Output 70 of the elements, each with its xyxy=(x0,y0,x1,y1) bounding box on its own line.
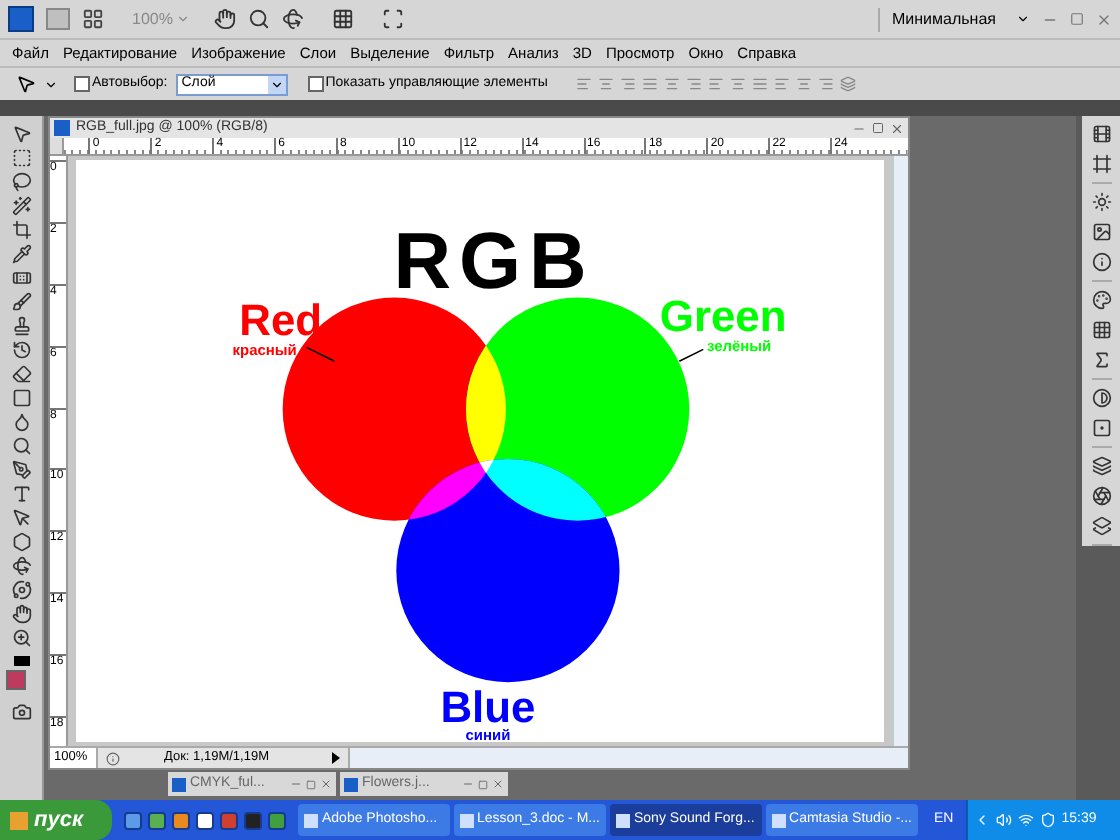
brush-tool-icon[interactable] xyxy=(11,292,31,312)
caret-icon[interactable] xyxy=(44,77,58,91)
orbit-3d-icon[interactable] xyxy=(11,580,31,600)
screen-mode-icon[interactable] xyxy=(382,8,405,30)
history-panel-icon[interactable] xyxy=(1091,124,1111,144)
foreground-color-swatch[interactable] xyxy=(5,670,25,690)
channels-panel-icon[interactable] xyxy=(1091,486,1111,506)
blur-tool-icon[interactable] xyxy=(11,412,31,432)
caret-icon xyxy=(1016,12,1030,26)
leader-line xyxy=(678,348,705,363)
start-button[interactable]: пуск xyxy=(0,800,112,840)
pen-tool-icon[interactable] xyxy=(11,460,31,480)
status-menu-arrow-icon[interactable] xyxy=(332,752,340,764)
artwork-title: RGB xyxy=(393,217,595,306)
caret-icon xyxy=(269,77,284,91)
checkbox[interactable] xyxy=(74,76,90,92)
horizontal-scrollbar[interactable] xyxy=(348,748,908,768)
actions-panel-icon[interactable] xyxy=(1091,154,1111,174)
arrange-icon[interactable] xyxy=(332,8,355,30)
type-tool-icon[interactable] xyxy=(11,484,31,504)
styles-panel-icon[interactable] xyxy=(1091,350,1111,370)
close-icon[interactable] xyxy=(890,121,904,135)
color-panel-icon[interactable] xyxy=(1091,290,1111,310)
mask-panel-icon[interactable] xyxy=(1091,418,1111,438)
masks-panel-icon[interactable] xyxy=(1091,388,1111,408)
checkbox[interactable] xyxy=(307,76,324,92)
info-panel-icon[interactable] xyxy=(1091,252,1111,272)
paths-panel-icon[interactable] xyxy=(1091,516,1111,536)
rotate-view-icon[interactable] xyxy=(282,8,305,30)
color-name: Green xyxy=(659,291,787,342)
ruler-origin[interactable] xyxy=(50,138,65,156)
shape-tool-icon[interactable] xyxy=(11,532,31,552)
leader-line xyxy=(305,346,336,363)
vertical-scrollbar[interactable] xyxy=(892,156,908,746)
shield-icon[interactable] xyxy=(1039,812,1056,828)
maximize-icon[interactable] xyxy=(872,122,884,134)
close-icon[interactable] xyxy=(320,778,332,790)
histogram-panel-icon[interactable] xyxy=(1091,222,1111,242)
volume-icon[interactable] xyxy=(995,812,1012,828)
adjust-panel-icon[interactable] xyxy=(1091,192,1111,212)
caret-icon xyxy=(176,12,191,26)
hand-tool-icon[interactable] xyxy=(214,8,237,30)
history-brush-icon[interactable] xyxy=(11,340,31,360)
wand-tool-icon[interactable] xyxy=(11,196,31,216)
network-icon[interactable] xyxy=(1017,812,1034,828)
zoom-tool-icon[interactable] xyxy=(11,628,31,648)
zoom-tool-icon[interactable] xyxy=(248,8,271,30)
lasso-tool-icon[interactable] xyxy=(11,172,31,192)
hand-tool-icon[interactable] xyxy=(11,604,31,624)
dodge-tool-icon[interactable] xyxy=(11,436,31,456)
workspace-select[interactable]: Минимальная xyxy=(877,7,1030,31)
eyedropper-tool-icon[interactable] xyxy=(11,244,31,264)
close-icon[interactable] xyxy=(492,778,504,790)
color-name: Red xyxy=(239,295,323,346)
swatches-panel-icon[interactable] xyxy=(1091,320,1111,340)
quick-mask-icon[interactable] xyxy=(11,702,31,722)
close-icon[interactable] xyxy=(1096,11,1112,27)
gradient-tool-icon[interactable] xyxy=(11,388,31,408)
crop-tool-icon[interactable] xyxy=(11,220,31,240)
move-tool-icon[interactable] xyxy=(11,124,31,144)
layers-panel-icon[interactable] xyxy=(1091,456,1111,476)
path-select-icon[interactable] xyxy=(11,508,31,528)
stamp-tool-icon[interactable] xyxy=(11,316,31,336)
rotate-3d-icon[interactable] xyxy=(11,556,31,576)
bandage-tool-icon[interactable] xyxy=(11,268,31,288)
screen-mode-icon[interactable] xyxy=(82,8,104,30)
eraser-tool-icon[interactable] xyxy=(11,364,31,384)
move-tool-icon[interactable] xyxy=(16,74,36,94)
status-icon xyxy=(106,751,120,765)
marquee-tool-icon[interactable] xyxy=(11,148,31,168)
